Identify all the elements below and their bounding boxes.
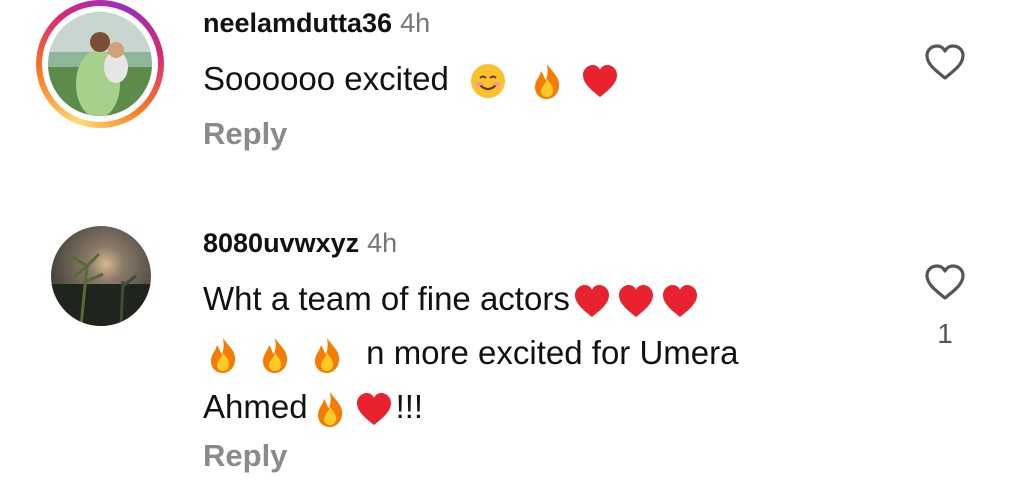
comment-text: Wht a team of fine actors n more excited… — [203, 272, 738, 434]
red-heart-icon — [616, 281, 656, 321]
comment-line-3-suffix: !!! — [395, 388, 424, 425]
username-text[interactable]: 8080uvwxyz — [203, 228, 359, 258]
red-heart-icon — [660, 281, 700, 321]
comment-line-2-text: n more excited for Umera — [366, 334, 739, 371]
username[interactable]: 8080uvwxyz 4h — [203, 228, 397, 259]
reply-button[interactable]: Reply — [203, 438, 287, 474]
red-heart-icon — [354, 389, 394, 429]
comment-2: 8080uvwxyz 4h Wht a team of fine actors n… — [0, 0, 1024, 480]
fire-icon — [203, 335, 243, 375]
comment-line-1-text: Wht a team of fine actors — [203, 280, 570, 317]
fire-icon — [255, 335, 295, 375]
comment-line-2: n more excited for Umera — [203, 326, 738, 380]
fire-icon — [310, 389, 350, 429]
avatar[interactable] — [51, 226, 151, 326]
like-count: 1 — [937, 318, 953, 349]
timestamp: 4h — [367, 228, 398, 258]
comment-line-3: Ahmed!!! — [203, 380, 738, 434]
comment-line-3-text: Ahmed — [203, 388, 308, 425]
comment-line-1: Wht a team of fine actors — [203, 272, 738, 326]
red-heart-icon — [572, 281, 612, 321]
fire-icon — [307, 335, 347, 375]
heart-outline-icon[interactable] — [923, 262, 967, 302]
